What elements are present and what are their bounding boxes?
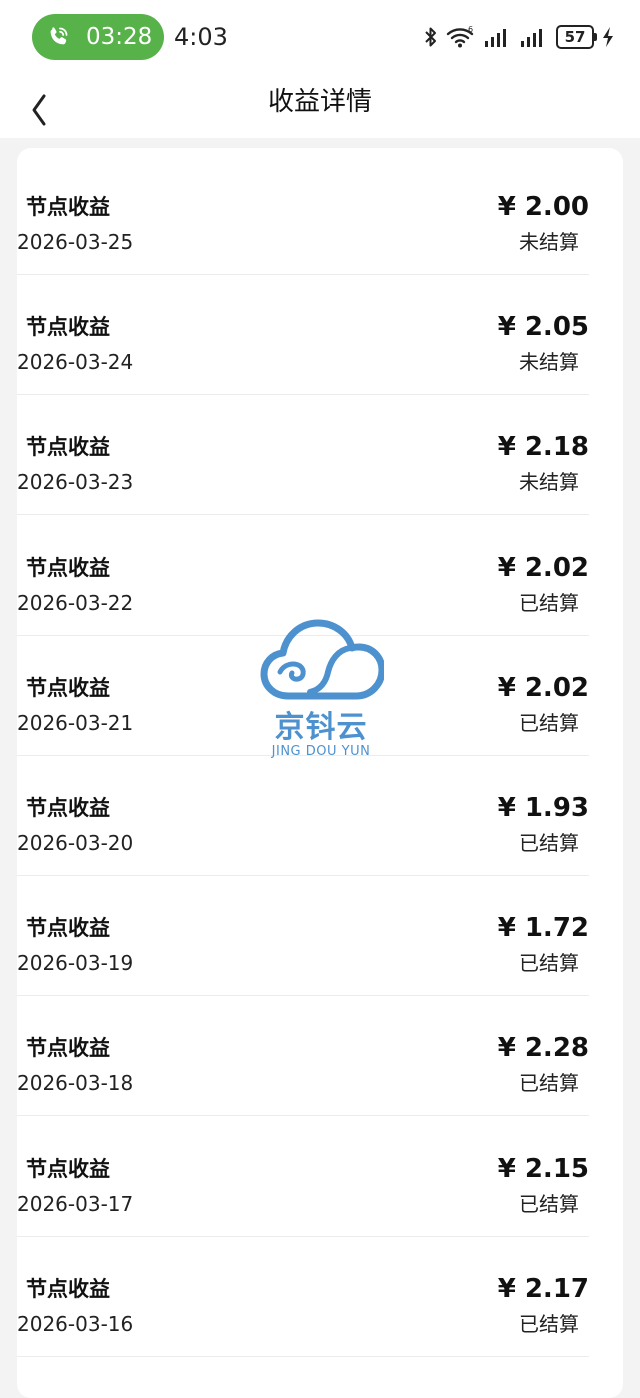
watermark-text-cn: 京钭云 bbox=[274, 710, 368, 745]
earnings-row[interactable]: 节点收益 2026-03-16 ¥ 2.17 已结算 bbox=[17, 1237, 589, 1357]
settlement-status: 已结算 bbox=[519, 831, 579, 855]
earnings-row[interactable]: 节点收益 2026-03-18 ¥ 2.28 已结算 bbox=[17, 996, 589, 1117]
phone-icon bbox=[50, 27, 68, 45]
clock: 4:03 bbox=[174, 23, 228, 51]
earnings-row[interactable]: 节点收益 2026-03-20 ¥ 1.93 已结算 bbox=[17, 756, 589, 876]
settlement-status: 未结算 bbox=[519, 350, 579, 375]
earnings-date: 2026-03-18 bbox=[17, 1071, 134, 1096]
earnings-amount: ¥ 2.02 bbox=[497, 552, 589, 583]
earnings-amount: ¥ 2.00 bbox=[497, 192, 589, 222]
earnings-date: 2026-03-22 bbox=[17, 590, 134, 615]
earnings-type: 节点收益 bbox=[26, 555, 110, 580]
earnings-date: 2026-03-21 bbox=[17, 710, 134, 735]
earnings-date: 2026-03-17 bbox=[17, 1191, 134, 1216]
status-bar: 03:28 4:03 6 57 bbox=[0, 0, 640, 72]
wifi-icon: 6 bbox=[446, 25, 474, 48]
earnings-date: 2026-03-20 bbox=[17, 831, 134, 855]
earnings-type: 节点收益 bbox=[26, 796, 110, 820]
charging-icon bbox=[603, 27, 613, 47]
earnings-row[interactable]: 节点收益 2026-03-24 ¥ 2.05 未结算 bbox=[17, 275, 589, 396]
earnings-type: 节点收益 bbox=[26, 1156, 110, 1181]
earnings-date: 2026-03-24 bbox=[17, 350, 134, 375]
earnings-type: 节点收益 bbox=[26, 195, 110, 219]
earnings-date: 2026-03-25 bbox=[17, 230, 134, 254]
settlement-status: 已结算 bbox=[519, 1191, 579, 1216]
earnings-amount: ¥ 2.05 bbox=[497, 312, 589, 343]
watermark-logo: 京钭云 JING DOU YUN bbox=[258, 618, 386, 764]
earnings-type: 节点收益 bbox=[26, 916, 110, 941]
earnings-amount: ¥ 2.15 bbox=[497, 1153, 589, 1184]
settlement-status: 已结算 bbox=[519, 1071, 579, 1096]
earnings-row[interactable]: 节点收益 2026-03-19 ¥ 1.72 已结算 bbox=[17, 876, 589, 997]
earnings-type: 节点收益 bbox=[26, 315, 110, 340]
earnings-type: 节点收益 bbox=[26, 1036, 110, 1061]
svg-text:6: 6 bbox=[468, 25, 473, 34]
earnings-row[interactable]: 节点收益 2026-03-17 ¥ 2.15 已结算 bbox=[17, 1117, 589, 1237]
earnings-amount: ¥ 2.02 bbox=[497, 672, 589, 703]
earnings-row[interactable]: 节点收益 2026-03-25 ¥ 2.00 未结算 bbox=[17, 155, 589, 275]
earnings-type: 节点收益 bbox=[26, 675, 110, 700]
bluetooth-icon bbox=[425, 27, 436, 47]
system-icons: 6 57 bbox=[424, 22, 614, 52]
battery-icon: 57 bbox=[556, 25, 597, 49]
settlement-status: 未结算 bbox=[519, 470, 579, 495]
earnings-amount: ¥ 2.17 bbox=[497, 1273, 589, 1304]
earnings-date: 2026-03-23 bbox=[17, 470, 134, 495]
earnings-amount: ¥ 2.28 bbox=[497, 1033, 589, 1064]
earnings-date: 2026-03-16 bbox=[17, 1311, 134, 1336]
settlement-status: 已结算 bbox=[519, 1311, 579, 1336]
earnings-date: 2026-03-19 bbox=[17, 951, 134, 976]
ongoing-call-pill[interactable]: 03:28 bbox=[32, 14, 164, 60]
earnings-amount: ¥ 2.18 bbox=[497, 432, 589, 463]
earnings-amount: ¥ 1.72 bbox=[497, 913, 589, 944]
settlement-status: 已结算 bbox=[519, 951, 579, 976]
earnings-amount: ¥ 1.93 bbox=[497, 793, 589, 823]
earnings-row[interactable]: 节点收益 2026-03-23 ¥ 2.18 未结算 bbox=[17, 395, 589, 516]
cloud-logo-icon bbox=[260, 619, 386, 700]
nav-bar: 收益详情 bbox=[0, 72, 640, 138]
call-duration: 03:28 bbox=[86, 24, 153, 50]
settlement-status: 已结算 bbox=[519, 710, 579, 735]
signal-icon bbox=[521, 29, 542, 47]
earnings-type: 节点收益 bbox=[26, 1276, 110, 1301]
settlement-status: 已结算 bbox=[519, 590, 579, 615]
row-divider bbox=[17, 1355, 589, 1357]
watermark-text-en: JING DOU YUN bbox=[271, 744, 371, 759]
earnings-type: 节点收益 bbox=[26, 435, 110, 460]
page-title: 收益详情 bbox=[267, 87, 372, 117]
settlement-status: 未结算 bbox=[519, 230, 579, 254]
signal-icon bbox=[485, 29, 506, 47]
